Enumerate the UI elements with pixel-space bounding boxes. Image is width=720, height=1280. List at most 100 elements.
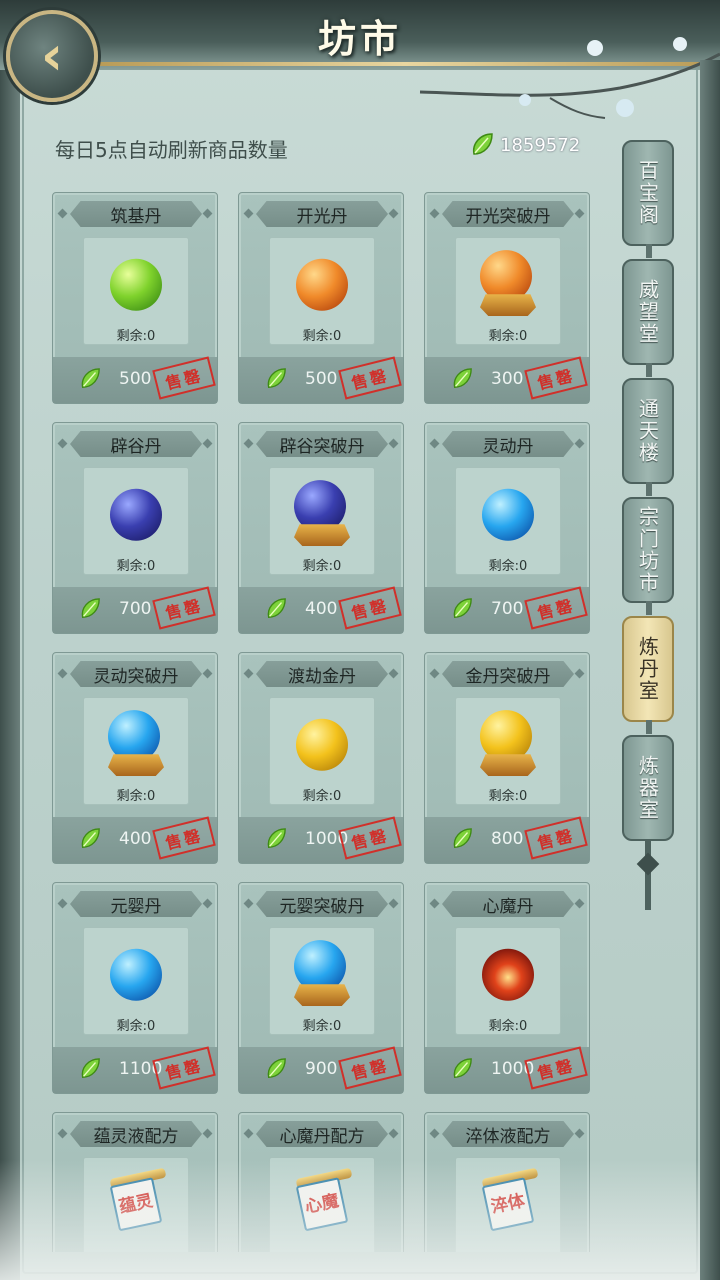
side-tab[interactable]: 宗门坊市: [622, 497, 674, 615]
sold-out-stamp: 售罄: [152, 1046, 216, 1090]
jade-leaf-icon: [265, 367, 287, 395]
item-name-plate: 元婴突破丹: [256, 891, 388, 917]
item-remaining: 剩余:0: [116, 1019, 156, 1034]
item-name-plate: 金丹突破丹: [442, 661, 574, 687]
currency-display: 1859572: [470, 132, 580, 158]
side-tab[interactable]: 炼丹室: [622, 616, 674, 734]
side-tab[interactable]: 百宝阁: [622, 140, 674, 258]
item-price: 700: [119, 599, 152, 619]
shop-item-card[interactable]: 金丹突破丹 剩余:0 800 售罄: [424, 652, 590, 864]
sold-out-stamp: 售罄: [524, 586, 588, 630]
item-price: 800: [491, 829, 524, 849]
item-price: 700: [491, 599, 524, 619]
pill-icon: [294, 940, 350, 1007]
pill-icon: [480, 710, 536, 777]
pill-icon: [108, 710, 164, 777]
item-price-bar: 1100 售罄: [53, 1046, 217, 1093]
side-tab[interactable]: 威望堂: [622, 259, 674, 377]
side-tab[interactable]: 通天楼: [622, 378, 674, 496]
jade-leaf-icon: [451, 367, 473, 395]
item-name-plate: 开光丹: [256, 201, 388, 227]
jade-leaf-icon: [79, 1057, 101, 1085]
item-remaining: 剩余:0: [116, 329, 156, 344]
item-name-plate: 渡劫金丹: [256, 661, 388, 687]
item-remaining: 剩余:0: [488, 1019, 528, 1034]
item-name: 元婴丹: [110, 896, 162, 917]
item-name-plate: 心魔丹配方: [256, 1121, 388, 1147]
item-price: 500: [119, 369, 152, 389]
item-name-plate: 辟谷丹: [70, 431, 202, 457]
item-price-bar: 1000 售罄: [425, 1046, 589, 1093]
item-name: 蕴灵液配方: [93, 1126, 179, 1147]
side-tab-label: 百宝阁: [635, 160, 660, 226]
item-name-plate: 灵动丹: [442, 431, 574, 457]
pill-icon: [482, 948, 534, 1001]
item-name: 筑基丹: [110, 206, 162, 227]
shop-item-card[interactable]: 筑基丹剩余:0 500 售罄: [52, 192, 218, 404]
jade-leaf-icon: [79, 597, 101, 625]
item-name: 辟谷突破丹: [279, 436, 365, 457]
item-name: 灵动突破丹: [93, 666, 179, 687]
shop-item-card[interactable]: 元婴突破丹剩余:0 900 售罄: [238, 882, 404, 1094]
item-name: 心魔丹: [482, 896, 534, 917]
item-price-bar: 400 售罄: [53, 816, 217, 863]
item-remaining: 剩余:0: [302, 329, 342, 344]
side-tab-label: 宗门坊市: [635, 506, 660, 594]
item-name-plate: 筑基丹: [70, 201, 202, 227]
item-price-bar: 700 售罄: [53, 586, 217, 633]
page-title: 坊市: [317, 16, 402, 61]
jade-leaf-icon: [472, 133, 493, 155]
side-tab-label: 炼丹室: [635, 636, 660, 702]
back-arrow-icon: ‹: [40, 24, 64, 87]
item-name: 灵动丹: [482, 436, 534, 457]
item-price-bar: 500 售罄: [53, 356, 217, 403]
item-remaining: 剩余:0: [302, 559, 342, 574]
sold-out-stamp: 售罄: [338, 816, 402, 860]
item-price-bar: 1000 售罄: [239, 816, 403, 863]
shop-item-card[interactable]: 灵动丹剩余:0 700 售罄: [424, 422, 590, 634]
item-price-bar: 900 售罄: [239, 1046, 403, 1093]
item-remaining: 剩余:0: [116, 559, 156, 574]
shop-item-card[interactable]: 辟谷丹剩余:0 700 售罄: [52, 422, 218, 634]
item-remaining: 剩余:0: [302, 789, 342, 804]
tassel-decoration: [645, 840, 651, 910]
shop-screen: 坊市 ‹ 每日5点自动刷新商品数量 1859572 筑基丹 剩余:0 500 售罄 开光…: [0, 0, 720, 1280]
shop-item-card[interactable]: 开光突破丹 剩余:0 300 售罄: [424, 192, 590, 404]
pill-icon: [296, 258, 348, 311]
jade-leaf-icon: [451, 1057, 473, 1085]
pill-icon: [110, 258, 162, 311]
sold-out-stamp: 售罄: [338, 1046, 402, 1090]
shop-item-card[interactable]: 开光丹 剩余:0 500 售罄: [238, 192, 404, 404]
jade-leaf-icon: [451, 597, 473, 625]
back-button[interactable]: ‹: [6, 10, 98, 102]
jade-leaf-icon: [79, 827, 101, 855]
shop-item-card[interactable]: 辟谷突破丹剩余:0 400 售罄: [238, 422, 404, 634]
item-remaining: 剩余:0: [488, 559, 528, 574]
item-name-plate: 淬体液配方: [442, 1121, 574, 1147]
item-name-plate: 灵动突破丹: [70, 661, 202, 687]
sold-out-stamp: 售罄: [152, 586, 216, 630]
item-name: 元婴突破丹: [279, 896, 365, 917]
shop-item-card[interactable]: 心魔丹剩余:0 1000 售罄: [424, 882, 590, 1094]
shop-item-card[interactable]: 元婴丹剩余:0 1100 售罄: [52, 882, 218, 1094]
item-price-bar: 800 售罄: [425, 816, 589, 863]
shop-item-card[interactable]: 灵动突破丹 剩余:0 400 售罄: [52, 652, 218, 864]
jade-leaf-icon: [451, 827, 473, 855]
item-remaining: 剩余:0: [302, 1019, 342, 1034]
pill-icon: [294, 480, 350, 547]
side-tab[interactable]: 炼器室: [622, 735, 674, 841]
item-price-bar: 400 售罄: [239, 586, 403, 633]
item-price-bar: 300 售罄: [425, 356, 589, 403]
sold-out-stamp: 售罄: [152, 356, 216, 400]
pill-icon: [296, 718, 348, 771]
item-name: 金丹突破丹: [465, 666, 551, 687]
sold-out-stamp: 售罄: [338, 586, 402, 630]
item-name: 心魔丹配方: [279, 1126, 365, 1147]
shop-item-card[interactable]: 渡劫金丹剩余:0 1000 售罄: [238, 652, 404, 864]
item-name: 渡劫金丹: [288, 666, 356, 687]
item-price-bar: 700 售罄: [425, 586, 589, 633]
item-price: 500: [305, 369, 338, 389]
item-name-plate: 开光突破丹: [442, 201, 574, 227]
item-grid: 筑基丹 剩余:0 500 售罄 开光丹 剩余:0 500 售罄 开光突破丹 剩余:0 300 售罄 辟谷…: [52, 192, 592, 1252]
pill-icon: [110, 948, 162, 1001]
